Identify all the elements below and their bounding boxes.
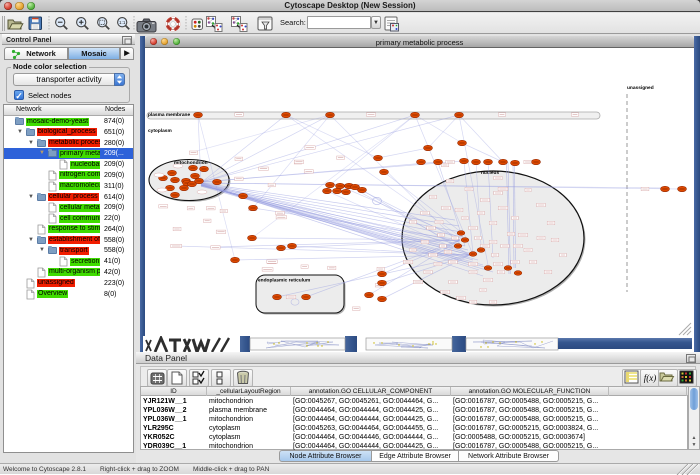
- svg-text:1:1: 1:1: [119, 20, 126, 25]
- svg-text:plasma membrane: plasma membrane: [148, 112, 190, 118]
- svg-text:cytoplasm: cytoplasm: [148, 128, 172, 134]
- svg-text:endoplasmic reticulum: endoplasmic reticulum: [258, 278, 310, 284]
- svg-text:f(x): f(x): [644, 373, 657, 383]
- svg-text:unassigned: unassigned: [627, 85, 654, 91]
- svg-text:nucleus: nucleus: [481, 170, 499, 176]
